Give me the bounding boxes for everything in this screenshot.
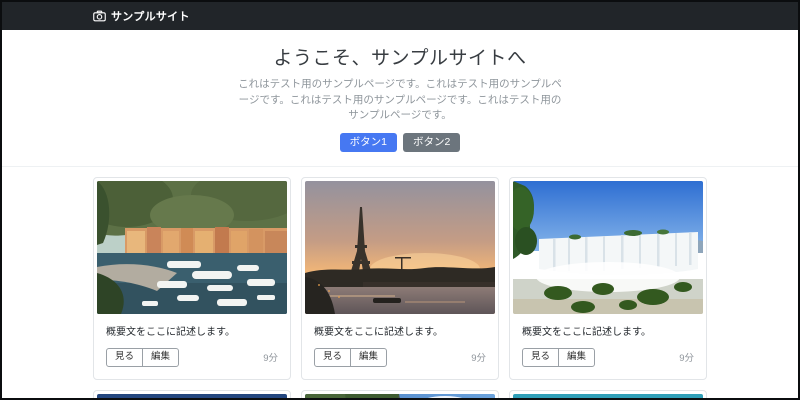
camera-icon <box>93 10 106 22</box>
hero-buttons: ボタン1 ボタン2 <box>2 132 798 152</box>
deep-blue-sky-clouds-photo <box>97 393 287 398</box>
hero-section: ようこそ、サンプルサイトへ これはテスト用のサンプルページです。これはテスト用の… <box>2 30 798 152</box>
card-grid-row-2 <box>93 389 707 398</box>
card-2-edit-button[interactable]: 編集 <box>350 348 388 367</box>
card-3-body: 概要文をここに記述します。 見る 編集 9分 <box>513 314 703 376</box>
card-5 <box>301 389 499 398</box>
card-2-duration: 9分 <box>471 353 486 365</box>
card-3-summary: 概要文をここに記述します。 <box>522 327 651 338</box>
card-1-edit-button[interactable]: 編集 <box>142 348 180 367</box>
card-1: 概要文をここに記述します。 見る 編集 9分 <box>93 177 291 380</box>
card-3: 概要文をここに記述します。 見る 編集 9分 <box>509 177 707 380</box>
navbar: サンプルサイト <box>2 2 798 30</box>
card-2-button-group: 見る 編集 <box>314 348 388 367</box>
teal-sea-photo <box>513 393 703 398</box>
page: サンプルサイト ようこそ、サンプルサイトへ これはテスト用のサンプルページです。… <box>0 0 800 400</box>
card-3-duration: 9分 <box>679 353 694 365</box>
card-1-duration: 9分 <box>263 353 278 365</box>
button-1[interactable]: ボタン1 <box>339 132 397 152</box>
eiffel-tower-sunset-photo <box>305 181 495 314</box>
card-1-summary: 概要文をここに記述します。 <box>106 327 235 338</box>
navbar-brand[interactable]: サンプルサイト <box>93 8 190 24</box>
card-4 <box>93 389 291 398</box>
card-1-button-group: 見る 編集 <box>106 348 180 367</box>
cliff-and-blue-sky-photo <box>305 393 495 398</box>
card-3-edit-button[interactable]: 編集 <box>558 348 596 367</box>
card-2-summary: 概要文をここに記述します。 <box>314 327 443 338</box>
card-6 <box>509 389 707 398</box>
iguazu-waterfall-photo <box>513 181 703 314</box>
card-2: 概要文をここに記述します。 見る 編集 9分 <box>301 177 499 380</box>
card-2-view-button[interactable]: 見る <box>314 348 352 367</box>
hero-description: これはテスト用のサンプルページです。これはテスト用のサンプルページです。これはテ… <box>238 78 562 121</box>
page-title: ようこそ、サンプルサイトへ <box>273 48 527 69</box>
portofino-harbor-photo <box>97 181 287 314</box>
card-1-view-button[interactable]: 見る <box>106 348 144 367</box>
card-1-body: 概要文をここに記述します。 見る 編集 9分 <box>97 314 287 376</box>
navbar-brand-label: サンプルサイト <box>111 11 190 23</box>
card-3-button-group: 見る 編集 <box>522 348 596 367</box>
card-2-body: 概要文をここに記述します。 見る 編集 9分 <box>305 314 495 376</box>
card-grid-row-1: 概要文をここに記述します。 見る 編集 9分 概要文をここに記述します。 見る … <box>93 177 707 380</box>
section-divider <box>2 166 798 167</box>
card-3-view-button[interactable]: 見る <box>522 348 560 367</box>
button-2[interactable]: ボタン2 <box>403 132 461 152</box>
